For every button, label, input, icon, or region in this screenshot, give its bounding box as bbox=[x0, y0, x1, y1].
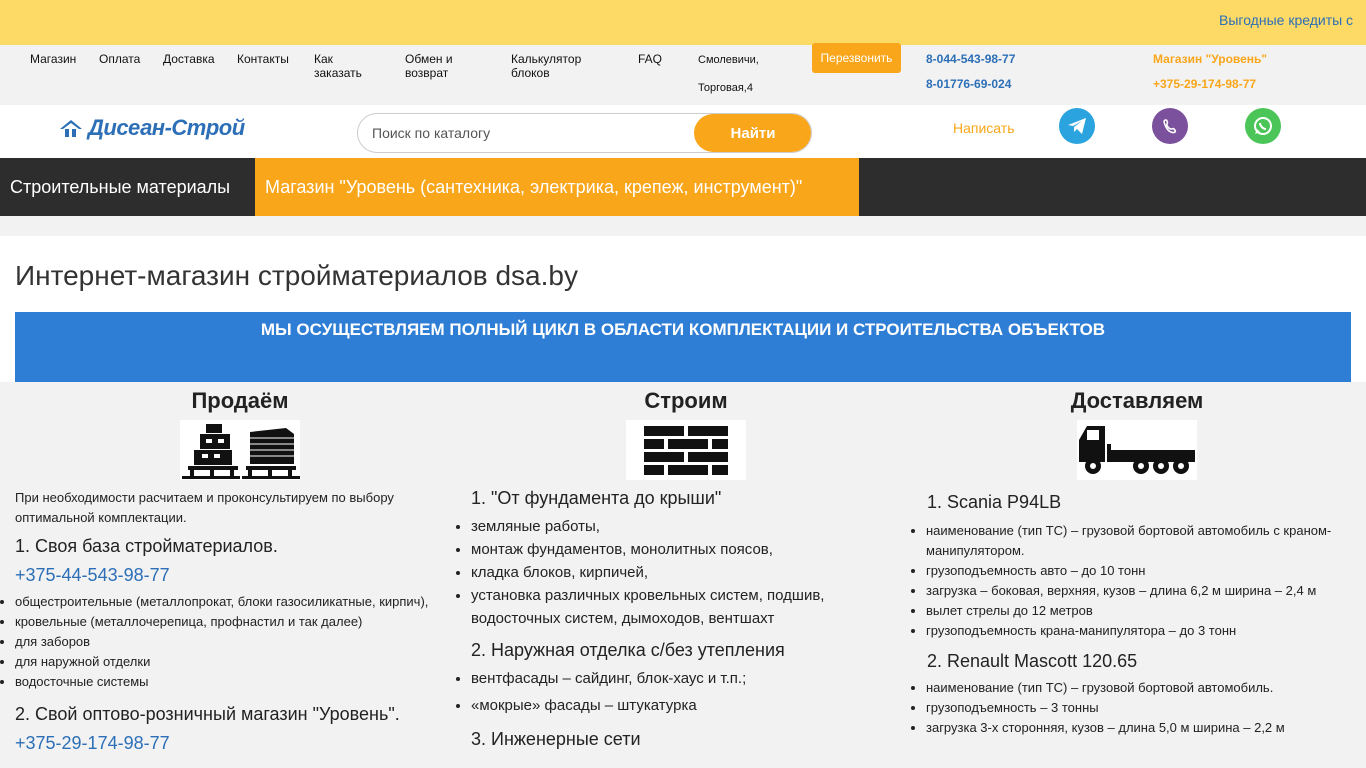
address-city: Смолевичи, bbox=[698, 54, 759, 66]
address-street: Торговая,4 bbox=[698, 82, 753, 94]
build-items-2: вентфасады – сайдинг, блок-хаус и т.п.; … bbox=[471, 667, 906, 717]
promo-bar: Выгодные кредиты с bbox=[0, 0, 1366, 45]
callback-button[interactable]: Перезвонить bbox=[812, 43, 901, 73]
deliver-sub-1: 1. Scania P94LB bbox=[927, 492, 1062, 512]
build-sub-2: 2. Наружная отделка с/без утепления bbox=[471, 640, 785, 660]
deliver-heading: Доставляем bbox=[1070, 388, 1204, 413]
build-items-1: земляные работы, монтаж фундаментов, мон… bbox=[471, 515, 906, 630]
list-item: вылет стрелы до 12 метров bbox=[926, 601, 1352, 621]
nav-payment[interactable]: Оплата bbox=[99, 52, 140, 66]
column-sell: Продаём При необходимости расчитаем и пр… bbox=[15, 382, 465, 754]
list-item: загрузка – боковая, верхняя, кузов – дли… bbox=[926, 581, 1352, 601]
build-sub-3: 3. Инженерные сети bbox=[471, 729, 641, 749]
nav-contacts[interactable]: Контакты bbox=[237, 52, 289, 66]
phone-1[interactable]: 8-044-543-98-77 bbox=[926, 52, 1015, 66]
nav-delivery[interactable]: Доставка bbox=[163, 52, 215, 66]
top-nav: Магазин Оплата Доставка Контакты Как зак… bbox=[0, 43, 1366, 105]
promo-ticker-text[interactable]: Выгодные кредиты с bbox=[1219, 12, 1353, 28]
list-item: вентфасады – сайдинг, блок-хаус и т.п.; bbox=[471, 667, 906, 690]
nav-how-to-order[interactable]: Как заказать bbox=[314, 52, 374, 80]
nav-faq[interactable]: FAQ bbox=[638, 52, 662, 66]
category-building-materials[interactable]: Строительные материалы bbox=[0, 158, 255, 216]
logo-house-icon bbox=[60, 120, 82, 137]
whatsapp-icon[interactable] bbox=[1245, 108, 1281, 144]
list-item: водосточные системы bbox=[15, 672, 465, 692]
column-deliver: Доставляем 1. Scania P94LB наименование … bbox=[922, 382, 1352, 738]
shop-uroven-title[interactable]: Магазин "Уровень" bbox=[1153, 52, 1267, 66]
list-item: «мокрые» фасады – штукатурка bbox=[471, 694, 906, 717]
viber-icon[interactable] bbox=[1152, 108, 1188, 144]
category-bar: Строительные материалы Магазин "Уровень … bbox=[0, 158, 1366, 216]
deliver-sub-2: 2. Renault Mascott 120.65 bbox=[927, 651, 1138, 671]
header: Дисеан-Строй Найти Написать bbox=[0, 105, 1366, 158]
deliver-items-2: наименование (тип ТС) – грузовой бортово… bbox=[926, 678, 1352, 738]
nav-block-calculator[interactable]: Калькулятор блоков bbox=[511, 52, 601, 80]
write-link[interactable]: Написать bbox=[953, 120, 1014, 136]
sell-sub-2: 2. Свой оптово-розничный магазин "Уровен… bbox=[15, 704, 400, 724]
list-item: установка различных кровельных систем, п… bbox=[471, 584, 906, 630]
main-content: Интернет-магазин стройматериалов dsa.by … bbox=[0, 216, 1366, 768]
nav-shop[interactable]: Магазин bbox=[30, 52, 76, 66]
services-banner: МЫ ОСУЩЕСТВЛЯЕМ ПОЛНЫЙ ЦИКЛ В ОБЛАСТИ КО… bbox=[15, 312, 1351, 382]
list-item: для заборов bbox=[15, 632, 465, 652]
nav-exchange-return[interactable]: Обмен и возврат bbox=[405, 52, 475, 80]
list-item: монтаж фундаментов, монолитных поясов, bbox=[471, 538, 906, 561]
sell-heading: Продаём bbox=[191, 388, 289, 413]
column-build: Строим 1. "От фундамента до крыши" земля… bbox=[466, 382, 906, 750]
list-item: общестроительные (металлопрокат, блоки г… bbox=[15, 592, 465, 612]
list-item: кровельные (металлочерепица, профнастил … bbox=[15, 612, 465, 632]
search-input[interactable] bbox=[372, 114, 692, 152]
phone-2[interactable]: 8-01776-69-024 bbox=[926, 77, 1011, 91]
list-item: грузоподъемность – 3 тонны bbox=[926, 698, 1352, 718]
category-shop-uroven[interactable]: Магазин "Уровень (сантехника, электрика,… bbox=[255, 158, 859, 216]
list-item: наименование (тип ТС) – грузовой бортово… bbox=[926, 678, 1352, 698]
build-sub-1: 1. "От фундамента до крыши" bbox=[471, 488, 722, 508]
list-item: наименование (тип ТС) – грузовой бортово… bbox=[926, 521, 1352, 561]
sell-phone-2[interactable]: +375-29-174-98-77 bbox=[15, 733, 465, 754]
list-item: грузоподъемность крана-манипулятора – до… bbox=[926, 621, 1352, 641]
search-box: Найти bbox=[357, 113, 812, 153]
sell-sub-1: 1. Своя база стройматериалов. bbox=[15, 536, 278, 556]
build-heading: Строим bbox=[644, 388, 728, 413]
site-logo[interactable]: Дисеан-Строй bbox=[58, 115, 245, 141]
list-item: грузоподъемность авто – до 10 тонн bbox=[926, 561, 1352, 581]
list-item: земляные работы, bbox=[471, 515, 906, 538]
sell-phone-1[interactable]: +375-44-543-98-77 bbox=[15, 565, 465, 586]
list-item: кладка блоков, кирпичей, bbox=[471, 561, 906, 584]
page-title: Интернет-магазин стройматериалов dsa.by bbox=[15, 260, 578, 291]
search-button[interactable]: Найти bbox=[694, 114, 811, 152]
logo-text: Дисеан-Строй bbox=[88, 115, 245, 140]
sell-intro: При необходимости расчитаем и проконсуль… bbox=[15, 490, 394, 525]
shop-uroven-phone[interactable]: +375-29-174-98-77 bbox=[1153, 77, 1256, 91]
pallets-icon bbox=[180, 420, 300, 480]
sell-items: общестроительные (металлопрокат, блоки г… bbox=[15, 592, 465, 692]
telegram-icon[interactable] bbox=[1059, 108, 1095, 144]
deliver-items-1: наименование (тип ТС) – грузовой бортово… bbox=[926, 521, 1352, 641]
truck-icon bbox=[1077, 420, 1197, 480]
list-item: загрузка 3-х сторонняя, кузов – длина 5,… bbox=[926, 718, 1352, 738]
bricks-icon bbox=[626, 420, 746, 480]
list-item: для наружной отделки bbox=[15, 652, 465, 672]
category-bar-filler bbox=[859, 158, 1366, 216]
